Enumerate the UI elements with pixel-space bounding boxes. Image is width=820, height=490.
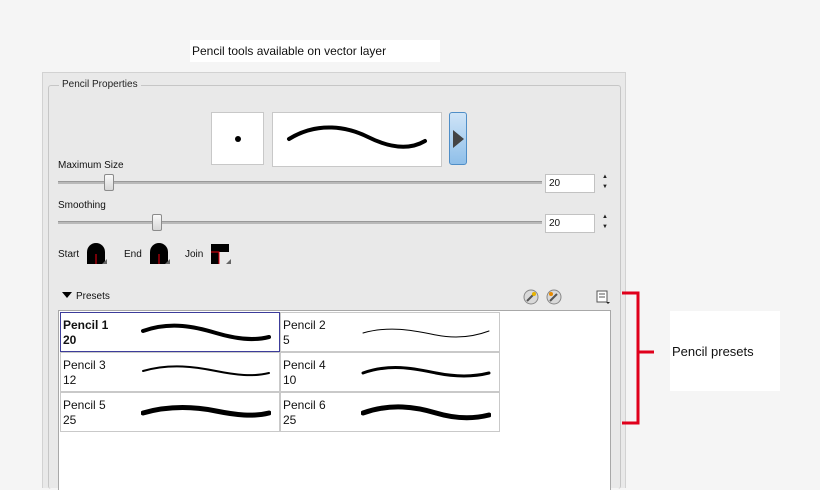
preset-pencil-5[interactable]: Pencil 5 25: [60, 392, 280, 432]
preset-size: 10: [283, 373, 297, 387]
join-label: Join: [185, 249, 204, 260]
stroke-thumbnail-icon: [141, 323, 271, 342]
tip-dot-icon: [235, 136, 241, 142]
stroke-preview: [272, 112, 442, 167]
join-miter-icon[interactable]: [209, 242, 231, 264]
presets-label: Presets: [76, 291, 110, 302]
preset-pencil-3[interactable]: Pencil 3 12: [60, 352, 280, 392]
preset-size: 12: [63, 373, 77, 387]
preset-pencil-1[interactable]: Pencil 1 20: [60, 312, 280, 352]
preset-size: 5: [283, 333, 290, 347]
collapse-arrow-icon: [62, 292, 72, 298]
pencil-properties-panel: Pencil Properties Maximum Size 20 ▲ ▼ Sm…: [42, 72, 626, 490]
delete-preset-icon[interactable]: [546, 289, 562, 305]
end-label: End: [124, 249, 142, 260]
preset-name: Pencil 1: [63, 318, 109, 332]
smoothing-slider-track[interactable]: [58, 221, 542, 224]
group-title: Pencil Properties: [59, 79, 141, 90]
stroke-preview-icon: [287, 125, 427, 149]
presets-list: Pencil 1 20 Pencil 2 5 Pencil 3 12 Penci…: [58, 310, 611, 490]
new-preset-icon[interactable]: [523, 289, 539, 305]
maximum-size-down-arrow[interactable]: ▼: [602, 183, 608, 191]
maximum-size-label: Maximum Size: [58, 160, 124, 171]
stroke-thumbnail-icon: [142, 365, 270, 377]
preset-size: 25: [63, 413, 77, 427]
preset-name: Pencil 4: [283, 358, 326, 372]
preset-pencil-2[interactable]: Pencil 2 5: [280, 312, 500, 352]
stroke-thumbnail-icon: [362, 328, 490, 338]
maximum-size-field[interactable]: 20: [545, 174, 595, 193]
maximum-size-slider-track[interactable]: [58, 181, 542, 184]
preset-name: Pencil 5: [63, 398, 106, 412]
smoothing-label: Smoothing: [58, 200, 106, 211]
preset-size: 25: [283, 413, 297, 427]
preset-name: Pencil 3: [63, 358, 106, 372]
preset-pencil-4[interactable]: Pencil 4 10: [280, 352, 500, 392]
start-label: Start: [58, 249, 80, 260]
smoothing-down-arrow[interactable]: ▼: [602, 223, 608, 231]
maximum-size-slider-thumb[interactable]: [104, 174, 114, 191]
pencil-properties-group: Pencil Properties Maximum Size 20 ▲ ▼ Sm…: [48, 79, 621, 490]
start-cap-round-icon[interactable]: [85, 242, 107, 264]
preview-play-button[interactable]: [449, 112, 467, 165]
preset-size: 20: [63, 333, 77, 347]
top-caption: Pencil tools available on vector layer: [190, 40, 440, 62]
preset-menu-icon[interactable]: [595, 289, 611, 305]
maximum-size-up-arrow[interactable]: ▲: [602, 173, 608, 181]
preset-name: Pencil 2: [283, 318, 326, 332]
play-icon: [453, 130, 464, 148]
preset-pencil-6[interactable]: Pencil 6 25: [280, 392, 500, 432]
smoothing-slider-thumb[interactable]: [152, 214, 162, 231]
end-cap-round-icon[interactable]: [148, 242, 170, 264]
smoothing-up-arrow[interactable]: ▲: [602, 213, 608, 221]
smoothing-field[interactable]: 20: [545, 214, 595, 233]
stroke-thumbnail-icon: [361, 404, 491, 421]
presets-toggle[interactable]: Presets: [62, 291, 110, 302]
presets-caption: Pencil presets: [670, 311, 780, 391]
preset-name: Pencil 6: [283, 398, 326, 412]
stroke-thumbnail-icon: [141, 405, 271, 418]
annotation-bracket: [622, 291, 654, 425]
tip-preview: [211, 112, 264, 165]
stroke-thumbnail-icon: [361, 366, 491, 378]
